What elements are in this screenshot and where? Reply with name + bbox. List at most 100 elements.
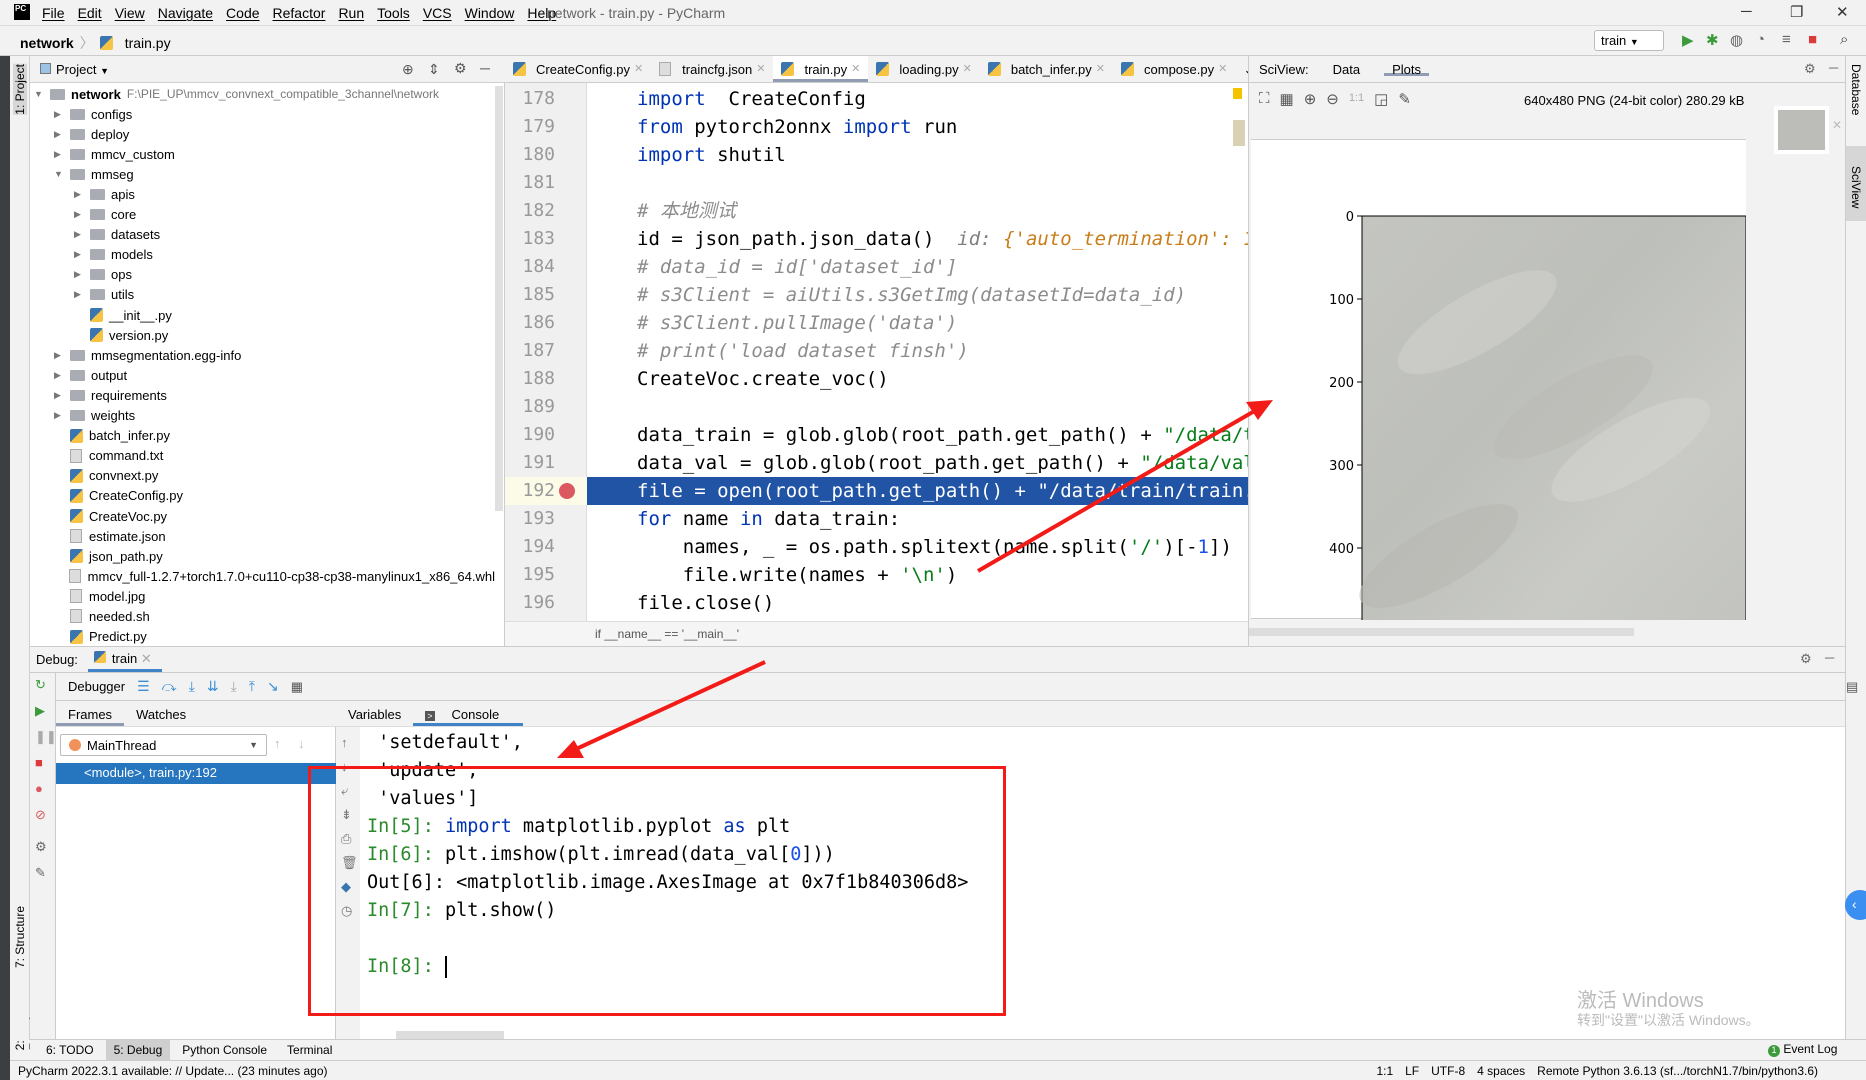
tab-data[interactable]: Data [1333,62,1360,77]
next-frame-icon[interactable]: ↓ [298,736,305,751]
tree-item[interactable]: ▶ weights [30,406,495,426]
tree-item[interactable]: command.txt [30,446,495,466]
code-line[interactable]: 195 file.write(names + '\n') [505,561,1248,589]
evaluate-expression-icon[interactable]: ▦ [291,679,303,695]
debugger-tab[interactable]: Debugger [68,679,125,694]
stop-icon[interactable]: ■ [1808,31,1817,48]
file-encoding[interactable]: UTF-8 [1431,1064,1465,1078]
toolwindow-debug[interactable]: 5: Debug [105,1040,171,1060]
code-line[interactable]: 180 import shutil [505,141,1248,169]
tree-item[interactable]: mmcv_full-1.2.7+torch1.7.0+cu110-cp38-cp… [30,566,495,586]
close-tab-icon[interactable]: ✕ [141,651,152,666]
expand-arrow-icon[interactable]: ▼ [34,89,46,99]
tree-item[interactable]: needed.sh [30,606,495,626]
view-breakpoints-icon[interactable]: ● [35,781,43,796]
stop-icon[interactable]: ■ [35,755,43,770]
line-separator[interactable]: LF [1405,1064,1419,1078]
menu-item-window[interactable]: Window [465,5,515,21]
code-line[interactable]: 186 # s3Client.pullImage('data') [505,309,1248,337]
close-tab-icon[interactable]: ✕ [634,62,643,82]
hide-icon[interactable]: ─ [1825,650,1834,665]
tree-item[interactable]: ▶ mmcv_custom [30,144,495,164]
tree-item[interactable]: ▶ ops [30,265,495,285]
tree-item[interactable]: ▶ mmsegmentation.egg-info [30,345,495,365]
menu-item-code[interactable]: Code [226,5,259,21]
tab-console[interactable]: > Console [413,701,524,726]
expand-arrow-icon[interactable]: ▶ [54,350,66,361]
close-tab-icon[interactable]: ✕ [963,62,972,82]
toolwindow-pythonconsole[interactable]: Python Console [174,1040,275,1060]
menu-item-vcs[interactable]: VCS [423,5,452,21]
tree-item[interactable]: convnext.py [30,466,495,486]
tree-item[interactable]: ▶ requirements [30,385,495,405]
step-over-icon[interactable]: ⤼ [162,678,177,695]
code-line[interactable]: 185 # s3Client = aiUtils.s3GetImg(dataset… [505,281,1248,309]
menu-item-file[interactable]: File [42,5,65,21]
tree-item[interactable]: model.jpg [30,586,495,606]
code-line[interactable]: 178 import CreateConfig [505,85,1248,113]
actual-size-icon[interactable]: 1:1 [1349,90,1364,108]
tree-item[interactable]: json_path.py [30,546,495,566]
pause-icon[interactable]: ❚❚ [35,729,57,745]
editor-tab[interactable]: CreateConfig.py ✕ [505,56,651,82]
fit-screen-icon[interactable]: ◲ [1374,90,1388,108]
gear-icon[interactable]: ⚙ [454,60,467,77]
tree-item[interactable]: ▶ configs [30,104,495,124]
code-line[interactable]: 190 data_train = glob.glob(root_path.get_… [505,421,1248,449]
menu-item-run[interactable]: Run [338,5,364,21]
indent-setting[interactable]: 4 spaces [1477,1064,1525,1078]
tree-item[interactable]: version.py [30,325,495,345]
tab-frames[interactable]: Frames [56,701,125,726]
minimize-icon[interactable]: ─ [1741,3,1752,20]
debug-icon[interactable]: ✱ [1706,31,1719,49]
mute-breakpoints-icon[interactable]: ⊘ [35,807,46,823]
search-icon[interactable]: ⌕ [1840,31,1848,48]
warning-marker[interactable] [1233,88,1242,99]
editor-tab[interactable]: batch_infer.py ✕ [980,56,1113,82]
expand-arrow-icon[interactable]: ▶ [74,269,86,280]
expand-arrow-icon[interactable]: ▶ [54,109,66,120]
tree-item[interactable]: ▶ deploy [30,124,495,144]
step-into-icon[interactable]: ⤓ [189,678,195,695]
tree-root[interactable]: ▼ network F:\PIE_UP\mmcv_convnext_compat… [30,84,495,104]
coverage-icon[interactable]: ◍ [1730,31,1743,49]
concurrency-icon[interactable]: ≡ [1782,31,1791,48]
expand-arrow-icon[interactable]: ▶ [54,370,66,381]
code-line[interactable]: 181 [505,169,1248,197]
plot-scrollbar[interactable] [1249,628,1634,636]
expand-arrow-icon[interactable]: ▶ [54,390,66,401]
editor-tab[interactable]: compose.py ✕ [1113,56,1235,82]
expand-arrow-icon[interactable]: ▶ [74,209,86,220]
zoom-out-icon[interactable]: ⊖ [1326,90,1339,108]
tree-item[interactable]: ▶ models [30,245,495,265]
menu-item-edit[interactable]: Edit [78,5,102,21]
tree-item[interactable]: ▶ apis [30,184,495,204]
chevron-down-icon[interactable]: ▼ [100,66,109,76]
menu-item-tools[interactable]: Tools [377,5,410,21]
code-line[interactable]: 196 file.close() [505,589,1248,617]
tree-item[interactable]: CreateConfig.py [30,486,495,506]
hide-icon[interactable]: ─ [480,60,490,76]
editor-tab[interactable]: traincfg.json ✕ [651,56,773,82]
expand-arrow-icon[interactable]: ▶ [74,189,86,200]
rerun-icon[interactable]: ↻ [35,677,46,693]
code-line[interactable]: 179 from pytorch2onnx import run [505,113,1248,141]
run-to-cursor-icon[interactable]: ↘ [267,678,279,695]
expand-arrow-icon[interactable]: ▼ [54,169,66,179]
gear-icon[interactable]: ⚙ [1800,651,1812,667]
menu-item-navigate[interactable]: Navigate [158,5,213,21]
thread-select[interactable]: MainThread ▼ [60,734,267,756]
code-line[interactable]: 188 CreateVoc.create_voc() [505,365,1248,393]
run-config-select[interactable]: train ▼ [1594,30,1664,51]
close-tab-icon[interactable]: ✕ [1096,62,1105,82]
toolwindow-todo[interactable]: 6: TODO [38,1040,102,1060]
sciview-tool-tab[interactable]: SciView [1846,146,1866,221]
code-line[interactable]: 187 # print('load dataset finsh') [505,337,1248,365]
profile-icon[interactable]: ◔ [1756,31,1765,48]
collapse-all-icon[interactable]: ⇕ [428,61,440,78]
expand-arrow-icon[interactable]: ▶ [54,410,66,421]
code-line[interactable]: 191 data_val = glob.glob(root_path.get_pa… [505,449,1248,477]
run-icon[interactable]: ▶ [1682,31,1694,49]
expand-arrow-icon[interactable]: ▶ [54,129,66,140]
tab-variables[interactable]: Variables [336,701,413,726]
